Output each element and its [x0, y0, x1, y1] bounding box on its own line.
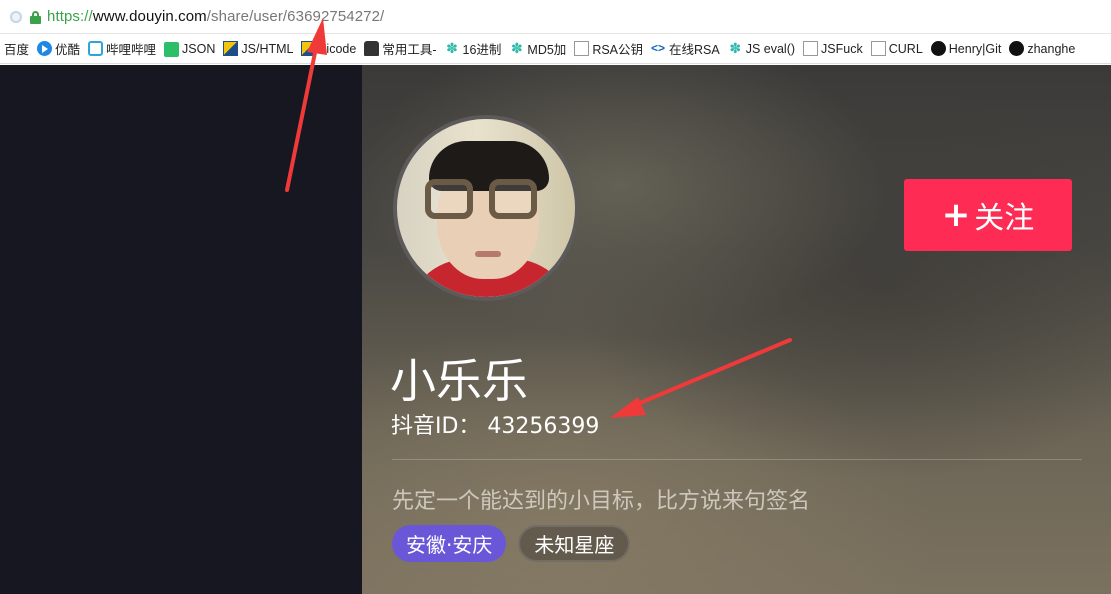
url-path: /share/user/63692754272/: [206, 8, 385, 25]
bookmark-item[interactable]: ✽ MD5加: [509, 39, 566, 58]
bookmark-label: 16进制: [462, 43, 502, 57]
bookmark-item[interactable]: RSA公钥: [574, 39, 643, 58]
page-icon: [870, 41, 886, 56]
robot-icon: [364, 41, 380, 56]
follow-button[interactable]: + 关注: [904, 179, 1072, 251]
dark-side-panel: [0, 65, 362, 594]
bookmark-label: 百度: [4, 43, 30, 57]
page-info-icon[interactable]: [10, 10, 22, 23]
bookmarks-bar: 百度 优酷 哔哩哔哩 JSON JS/HTML nicode 常用工具- ✽ 16…: [0, 34, 1111, 64]
plus-icon: +: [941, 195, 971, 235]
json-icon: [164, 42, 180, 57]
bookmark-label: CURL: [888, 41, 923, 56]
jshtml-icon: [301, 41, 317, 56]
bookmark-item[interactable]: JSFuck: [803, 41, 863, 56]
profile-card: + 关注 小乐乐 抖音ID： 43256399 先定一个能达到的小目标，比方说来…: [362, 65, 1111, 594]
lock-icon: [30, 10, 41, 24]
douyin-id: 抖音ID： 43256399: [391, 414, 600, 439]
bookmark-label: 在线RSA: [669, 43, 720, 57]
bookmark-item[interactable]: 百度: [4, 39, 29, 58]
bookmark-label: MD5加: [527, 43, 567, 57]
gear-icon: ✽: [729, 40, 742, 56]
youku-icon: [37, 41, 53, 56]
page-icon: [574, 41, 590, 56]
divider: [392, 459, 1082, 460]
code-icon: <>: [651, 41, 666, 55]
bookmark-label: zhanghe: [1027, 41, 1076, 56]
bookmark-item[interactable]: JS/HTML: [223, 41, 293, 56]
follow-label: 关注: [974, 201, 1035, 236]
github-icon: [930, 41, 946, 56]
bookmark-label: JSFuck: [821, 41, 863, 56]
bookmark-label: RSA公钥: [592, 43, 644, 57]
signature: 先定一个能达到的小目标，比方说来句签名: [392, 489, 811, 514]
bookmark-item[interactable]: ✽ JS eval(): [728, 41, 795, 56]
jshtml-icon: [223, 41, 239, 56]
github-icon: [1009, 41, 1025, 56]
bookmark-item[interactable]: nicode: [301, 41, 356, 56]
bookmark-label: JSON: [182, 41, 216, 56]
bookmark-label: 常用工具-: [382, 43, 437, 57]
location-tag: 安徽·安庆: [392, 525, 507, 562]
bookmark-item[interactable]: 常用工具-: [364, 39, 437, 58]
nickname: 小乐乐: [390, 354, 528, 408]
address-bar[interactable]: https://www.douyin.com/share/user/636927…: [0, 0, 1111, 34]
avatar: [393, 115, 579, 301]
gear-icon: ✽: [511, 40, 523, 56]
page-icon: [803, 41, 819, 56]
url-host: www.douyin.com: [92, 8, 207, 25]
bookmark-label: JS/HTML: [241, 41, 294, 56]
bookmark-label: 哔哩哔哩: [106, 43, 157, 57]
bookmark-label: nicode: [319, 41, 357, 56]
bookmark-item[interactable]: ✽ 16进制: [445, 39, 502, 58]
bookmark-item[interactable]: zhanghe: [1009, 41, 1075, 56]
bookmark-item[interactable]: Henry|Git: [930, 41, 1002, 56]
constellation-tag: 未知星座: [518, 525, 631, 562]
bookmark-label: 优酷: [55, 43, 81, 57]
url-scheme: https://: [47, 8, 93, 25]
bilibili-icon: [88, 41, 104, 56]
bookmark-item[interactable]: <> 在线RSA: [651, 39, 720, 58]
bookmark-label: Henry|Git: [948, 41, 1002, 56]
bookmark-item[interactable]: CURL: [870, 41, 923, 56]
bookmark-item[interactable]: 优酷: [37, 39, 80, 58]
bookmark-label: JS eval(): [745, 41, 796, 56]
tag-list: 安徽·安庆 未知星座: [392, 525, 642, 562]
gear-icon: ✽: [446, 40, 458, 56]
bookmark-item[interactable]: JSON: [164, 40, 215, 57]
url-text[interactable]: https://www.douyin.com/share/user/636927…: [47, 8, 384, 25]
bookmark-item[interactable]: 哔哩哔哩: [88, 39, 156, 58]
